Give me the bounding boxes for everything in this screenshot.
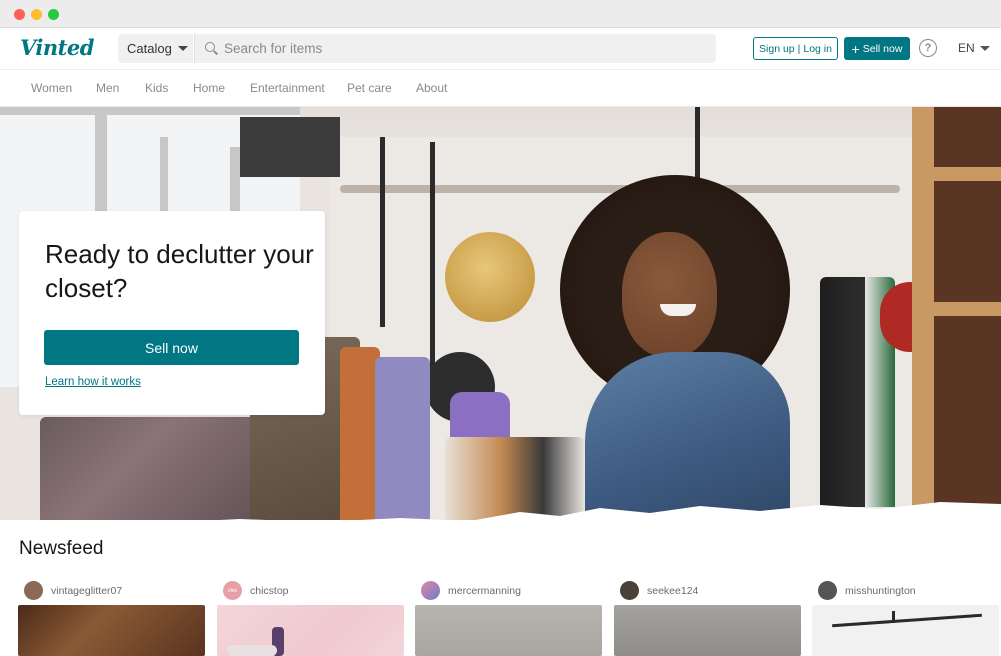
feed-item[interactable]: chic chicstop — [217, 578, 404, 656]
hero-person-face — [622, 232, 717, 357]
feed-username: chicstop — [250, 584, 289, 597]
hero-cta-card: Ready to declutter your closet? Sell now… — [19, 211, 325, 415]
nav-item-women[interactable]: Women — [31, 81, 72, 95]
feed-user[interactable]: chic chicstop — [223, 581, 289, 600]
hero-title: Ready to declutter your closet? — [45, 239, 314, 303]
auth-button[interactable]: Sign up | Log in — [753, 37, 838, 60]
hero-shelf-board — [912, 167, 1001, 181]
header-sell-now-button[interactable]: + Sell now — [844, 37, 910, 60]
feed-user[interactable]: mercermanning — [421, 581, 521, 600]
search-bar — [194, 34, 716, 63]
feed-item[interactable]: vintageglitter07 — [18, 578, 205, 656]
feed-username: misshuntington — [845, 584, 916, 597]
language-label: EN — [958, 41, 975, 55]
hero-straw-hat — [445, 232, 535, 322]
avatar — [24, 581, 43, 600]
feed-item[interactable]: seekee124 — [614, 578, 801, 656]
newsfeed-title: Newsfeed — [19, 538, 104, 559]
avatar — [421, 581, 440, 600]
feed-item-photo[interactable] — [415, 605, 602, 656]
vinted-logo[interactable]: Vinted — [20, 35, 94, 60]
site-header: Vinted Catalog Sign up | Log in + Sell n… — [0, 28, 1001, 70]
search-icon — [205, 42, 218, 55]
torn-paper-edge — [80, 502, 1001, 520]
language-selector[interactable]: EN — [958, 41, 990, 55]
auth-separator: | — [797, 42, 801, 55]
hero-sell-now-button[interactable]: Sell now — [44, 330, 299, 365]
nav-item-pet-care[interactable]: Pet care — [347, 81, 392, 95]
login-link[interactable]: Log in — [803, 43, 832, 55]
window-titlebar — [0, 0, 1001, 28]
category-nav: Women Men Kids Home Entertainment Pet ca… — [0, 70, 1001, 107]
close-window-button[interactable] — [14, 9, 25, 20]
feed-user[interactable]: vintageglitter07 — [24, 581, 122, 600]
avatar — [620, 581, 639, 600]
hero-rail-pole — [695, 107, 700, 187]
chevron-down-icon — [177, 46, 188, 51]
hero-shelf-board — [912, 302, 1001, 316]
catalog-label: Catalog — [127, 41, 172, 56]
catalog-dropdown[interactable]: Catalog — [118, 34, 193, 63]
hero-denim-jacket — [585, 352, 790, 520]
header-sell-label: Sell now — [862, 42, 903, 55]
nav-item-kids[interactable]: Kids — [145, 81, 168, 95]
feed-username: seekee124 — [647, 584, 699, 597]
nav-item-home[interactable]: Home — [193, 81, 225, 95]
hero-rail-pole — [430, 142, 435, 372]
nav-item-about[interactable]: About — [416, 81, 447, 95]
learn-how-it-works-link[interactable]: Learn how it works — [45, 376, 141, 388]
feed-item-photo[interactable] — [614, 605, 801, 656]
chevron-down-icon — [979, 45, 990, 51]
maximize-window-button[interactable] — [48, 9, 59, 20]
feed-item[interactable]: misshuntington — [812, 578, 999, 656]
hero-rail-pole — [380, 137, 385, 327]
hero-orange-garment — [340, 347, 380, 520]
feed-user[interactable]: misshuntington — [818, 581, 916, 600]
feed-item[interactable]: mercermanning — [415, 578, 602, 656]
feed-username: vintageglitter07 — [51, 584, 123, 597]
signup-link[interactable]: Sign up — [759, 43, 795, 55]
avatar: chic — [223, 581, 242, 600]
feed-item-photo[interactable] — [217, 605, 404, 656]
feed-item-photo[interactable] — [18, 605, 205, 656]
feed-user[interactable]: seekee124 — [620, 581, 698, 600]
search-input[interactable] — [224, 41, 704, 56]
nav-item-entertainment[interactable]: Entertainment — [250, 81, 325, 95]
feed-item-photo[interactable] — [812, 605, 999, 656]
help-icon[interactable]: ? — [919, 39, 937, 57]
plus-icon: + — [851, 40, 860, 57]
minimize-window-button[interactable] — [31, 9, 42, 20]
feed-username: mercermanning — [448, 584, 521, 597]
nav-item-men[interactable]: Men — [96, 81, 119, 95]
avatar — [818, 581, 837, 600]
